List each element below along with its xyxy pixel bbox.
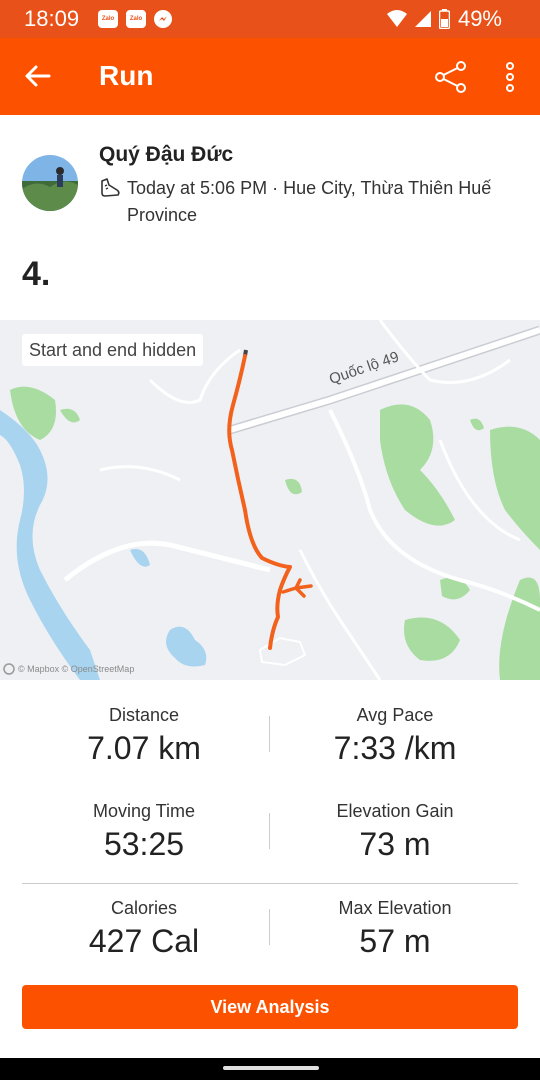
stat-calories: Calories 427 Cal (21, 898, 267, 960)
stat-max-elevation: Max Elevation 57 m (272, 898, 518, 960)
privacy-label: Start and end hidden (22, 334, 204, 366)
stat-divider (269, 909, 270, 945)
page-title: Run (99, 60, 154, 91)
battery-icon (438, 9, 450, 29)
zalo-icon: Zalo (126, 10, 146, 28)
stat-avg-pace: Avg Pace 7:33 /km (272, 705, 518, 767)
arrow-left-icon (25, 65, 51, 87)
shoe-icon (101, 178, 120, 197)
avatar[interactable] (22, 155, 78, 211)
zalo-icon: Zalo (98, 10, 118, 28)
stat-divider (269, 716, 270, 752)
stat-value: 427 Cal (88, 923, 200, 959)
more-options-button[interactable] (496, 58, 524, 96)
activity-date-location: Today at 5:06 PM · Hue City, Thừa Thiên … (127, 178, 492, 225)
system-indicators: 49% (386, 6, 502, 32)
home-indicator[interactable] (223, 1066, 319, 1070)
athlete-name[interactable]: Quý Đậu Đức (99, 143, 233, 167)
signal-icon (414, 11, 431, 27)
stat-value: 7.07 km (87, 730, 201, 766)
map-attribution[interactable]: © Mapbox © OpenStreetMap (18, 664, 134, 674)
stat-value: 73 m (359, 826, 431, 862)
status-time: 18:09 (24, 6, 80, 31)
route-map[interactable]: Quốc lộ 49 © Mapbox © OpenStreetMap (0, 320, 540, 680)
stat-label: Calories (110, 898, 178, 918)
activity-title: 4. (22, 255, 51, 293)
more-vertical-icon (506, 62, 514, 92)
notification-icons: Zalo Zalo (98, 10, 172, 28)
battery-level: 49% (457, 6, 502, 31)
share-icon (435, 61, 466, 93)
stat-moving-time: Moving Time 53:25 (21, 801, 267, 863)
share-button[interactable] (432, 58, 470, 96)
status-bar: 18:09 Zalo Zalo 49% (0, 0, 540, 38)
wifi-icon (386, 10, 407, 27)
stat-label: Avg Pace (356, 705, 434, 725)
stat-distance: Distance 7.07 km (21, 705, 267, 767)
stat-label: Max Elevation (338, 898, 452, 918)
stat-label: Moving Time (92, 801, 196, 821)
back-button[interactable] (22, 60, 54, 92)
map-canvas (0, 320, 540, 680)
stat-elevation-gain: Elevation Gain 73 m (272, 801, 518, 863)
stat-value: 57 m (359, 923, 431, 959)
section-divider (22, 883, 518, 884)
stat-value: 53:25 (103, 826, 185, 862)
app-bar: Run (0, 38, 540, 115)
stat-label: Elevation Gain (336, 801, 454, 821)
view-analysis-button[interactable]: View Analysis (22, 985, 518, 1029)
stat-label: Distance (108, 705, 180, 725)
messenger-icon (154, 10, 172, 28)
stat-value: 7:33 /km (333, 730, 457, 766)
activity-meta: Today at 5:06 PM · Hue City, Thừa Thiên … (99, 175, 519, 229)
stat-divider (269, 813, 270, 849)
